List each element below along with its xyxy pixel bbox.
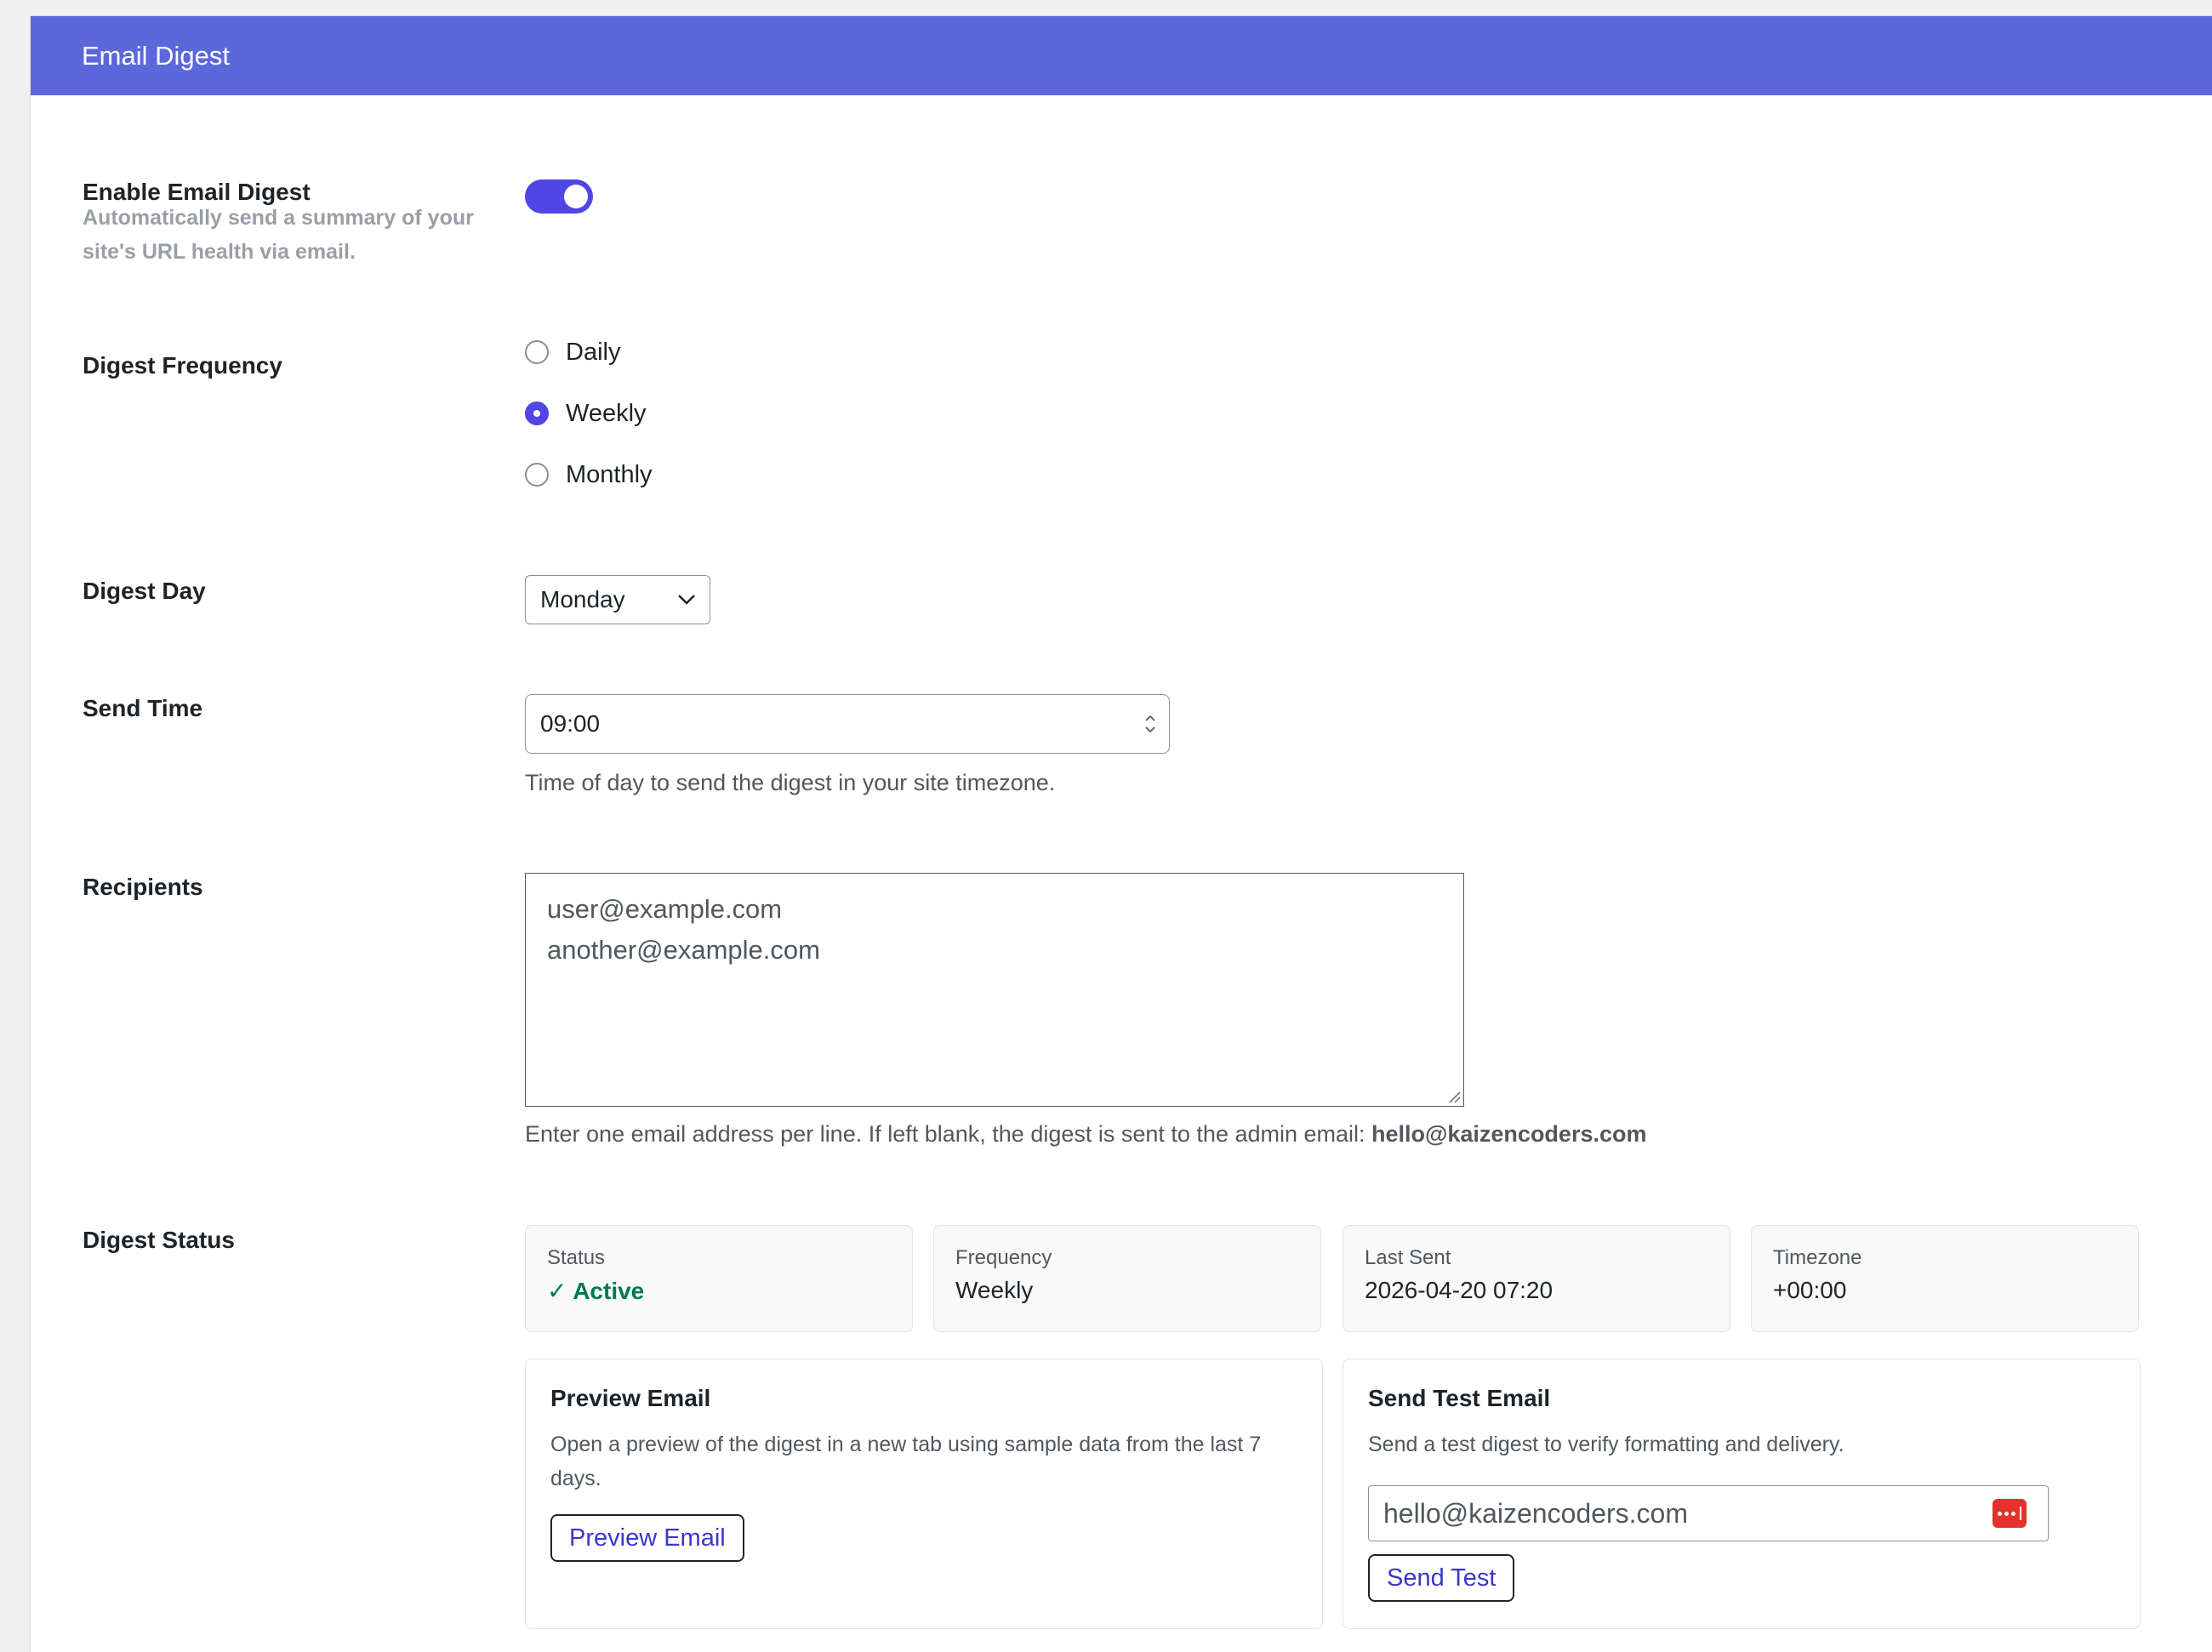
recipients-textarea[interactable]: user@example.com another@example.com: [525, 873, 1464, 1107]
radio-label-monthly: Monthly: [566, 460, 653, 488]
radio-label-weekly: Weekly: [566, 399, 647, 427]
card-label: Last Sent: [1365, 1246, 1451, 1269]
day-select[interactable]: Monday: [525, 575, 710, 624]
send-test-button[interactable]: Send Test: [1368, 1554, 1515, 1602]
frequency-option-weekly[interactable]: Weekly: [525, 396, 647, 430]
preview-description: Open a preview of the digest in a new ta…: [550, 1433, 1262, 1490]
status-label: Digest Status: [83, 1227, 235, 1253]
test-email-value: hello@kaizencoders.com: [1383, 1497, 1688, 1529]
status-card-timezone: Timezone +00:00: [1751, 1225, 2139, 1332]
send-test-description: Send a test digest to verify formatting …: [1368, 1433, 1844, 1456]
enable-description: Automatically send a summary of your sit…: [83, 206, 474, 264]
recipients-label: Recipients: [83, 874, 203, 900]
enable-toggle[interactable]: [525, 179, 593, 214]
card-value: Weekly: [955, 1277, 1034, 1303]
day-select-value: Monday: [540, 586, 625, 612]
card-label: Timezone: [1773, 1246, 1862, 1269]
test-email-input[interactable]: hello@kaizencoders.com: [1368, 1485, 2049, 1541]
panel-header: Email Digest: [31, 16, 2212, 95]
preview-title: Preview Email: [550, 1385, 711, 1411]
recipient-line: another@example.com: [547, 935, 820, 965]
send-test-title: Send Test Email: [1368, 1385, 1551, 1411]
chevron-down-icon: [678, 595, 695, 605]
toggle-knob: [564, 185, 588, 208]
time-label: Send Time: [83, 695, 203, 721]
settings-panel: Email Digest Enable Email Digest Automat…: [30, 15, 2212, 1652]
card-value: +00:00: [1773, 1277, 1847, 1303]
radio-monthly[interactable]: [525, 463, 549, 487]
radio-daily[interactable]: [525, 340, 549, 364]
frequency-option-monthly[interactable]: Monthly: [525, 458, 653, 492]
status-card-last-sent: Last Sent 2026-04-20 07:20: [1343, 1225, 1730, 1332]
recipient-line: user@example.com: [547, 894, 783, 924]
preview-email-button[interactable]: Preview Email: [550, 1514, 744, 1562]
spinner-icon[interactable]: [1143, 712, 1157, 736]
recipients-help-text: Enter one email address per line. If lef…: [525, 1121, 1365, 1147]
admin-email: hello@kaizencoders.com: [1371, 1121, 1647, 1147]
preview-email-box: Preview Email Open a preview of the dige…: [525, 1359, 1323, 1629]
recipients-help: Enter one email address per line. If lef…: [525, 1121, 1646, 1148]
day-label: Digest Day: [83, 578, 206, 604]
status-badge: ✓ Active: [547, 1278, 645, 1304]
radio-weekly[interactable]: [525, 402, 549, 425]
card-label: Status: [547, 1246, 606, 1269]
panel-title: Email Digest: [82, 40, 230, 71]
send-time-input[interactable]: 09:00: [525, 694, 1170, 754]
status-card-frequency: Frequency Weekly: [933, 1225, 1321, 1332]
send-test-box: Send Test Email Send a test digest to ve…: [1343, 1359, 2141, 1629]
password-manager-icon[interactable]: [1993, 1499, 2027, 1528]
card-label: Frequency: [955, 1246, 1052, 1269]
frequency-option-daily[interactable]: Daily: [525, 335, 620, 369]
send-time-help: Time of day to send the digest in your s…: [525, 770, 1056, 795]
send-time-value: 09:00: [540, 710, 601, 737]
resize-grip-icon[interactable]: [1447, 1090, 1461, 1103]
status-card-status: Status ✓ Active: [525, 1225, 913, 1332]
radio-label-daily: Daily: [566, 338, 621, 366]
card-value: 2026-04-20 07:20: [1365, 1277, 1554, 1303]
frequency-label: Digest Frequency: [83, 352, 282, 379]
